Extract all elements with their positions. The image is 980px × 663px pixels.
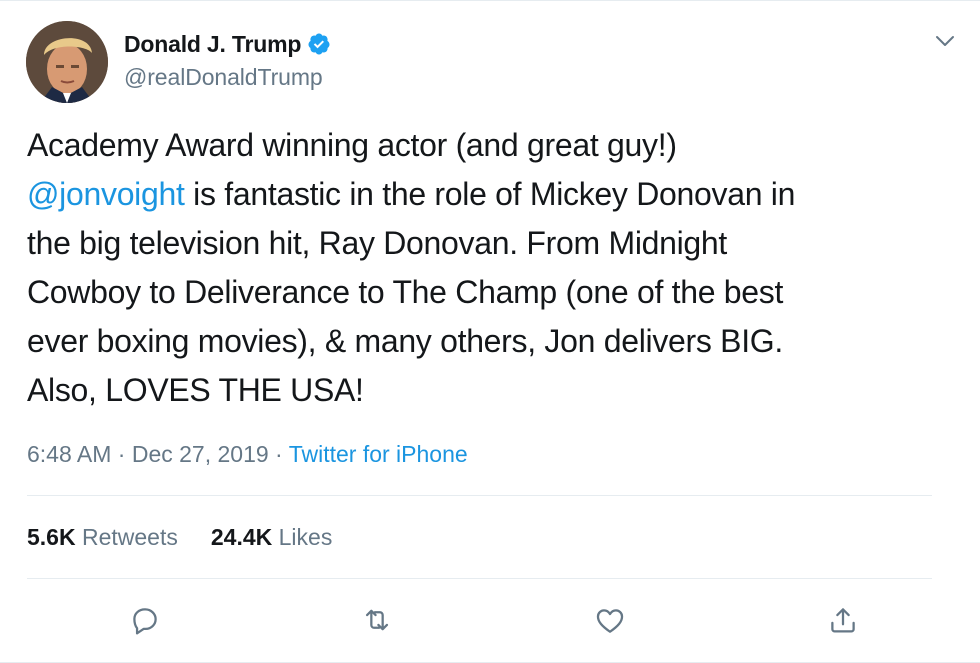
tweet-line: Academy Award winning actor (and great g… [27,121,957,170]
tweet-line: the big television hit, Ray Donovan. Fro… [27,219,957,268]
avatar-image [26,21,108,103]
mention-link[interactable]: @jonvoight [27,176,185,212]
author-names: Donald J. Trump @realDonaldTrump [124,29,331,91]
heart-icon[interactable] [593,603,627,637]
tweet-actions [0,603,980,639]
retweets-stat[interactable]: 5.6K Retweets [27,524,178,551]
likes-count: 24.4K [210,524,273,550]
tweet-time[interactable]: 6:48 AM [27,441,111,467]
divider [27,578,932,579]
tweet-line-text: Cowboy to Deliverance to The Champ (one … [27,274,784,310]
meta-separator: · [111,441,132,467]
author-handle[interactable]: @realDonaldTrump [124,64,331,91]
likes-stat[interactable]: 24.4K Likes [211,524,332,551]
tweet-meta: 6:48 AM · Dec 27, 2019 · Twitter for iPh… [27,441,468,468]
meta-separator: · [268,441,289,467]
tweet-stats: 5.6K Retweets 24.4K Likes [27,524,332,551]
tweet-line-text: Academy Award winning actor (and great g… [27,127,677,163]
tweet-line: @jonvoight is fantastic in the role of M… [27,170,957,219]
tweet-line-text: Also, LOVES THE USA! [27,372,364,408]
tweet-line-text: the big television hit, Ray Donovan. Fro… [27,225,728,261]
chevron-down-icon[interactable] [934,33,956,49]
tweet-text: Academy Award winning actor (and great g… [27,121,957,415]
share-icon[interactable] [826,603,860,637]
tweet-line-text: ever boxing movies), & many others, Jon … [27,323,783,359]
avatar[interactable] [26,21,108,103]
tweet-line: Also, LOVES THE USA! [27,366,957,415]
tweet-source-link[interactable]: Twitter for iPhone [289,441,468,467]
tweet-line: Cowboy to Deliverance to The Champ (one … [27,268,957,317]
verified-badge-icon [307,32,331,56]
reply-icon[interactable] [128,603,162,637]
tweet-card: Donald J. Trump @realDonaldTrump Academy… [0,0,980,663]
tweet-line-text: is fantastic in the role of Mickey Donov… [184,176,796,212]
likes-label: Likes [272,524,333,550]
tweet-date[interactable]: Dec 27, 2019 [132,441,269,467]
display-name[interactable]: Donald J. Trump [124,31,301,58]
retweets-label: Retweets [75,524,178,550]
display-name-row: Donald J. Trump [124,29,331,59]
tweet-line: ever boxing movies), & many others, Jon … [27,317,957,366]
divider [27,495,932,496]
retweet-icon[interactable] [360,603,394,637]
retweets-count: 5.6K [27,524,76,550]
